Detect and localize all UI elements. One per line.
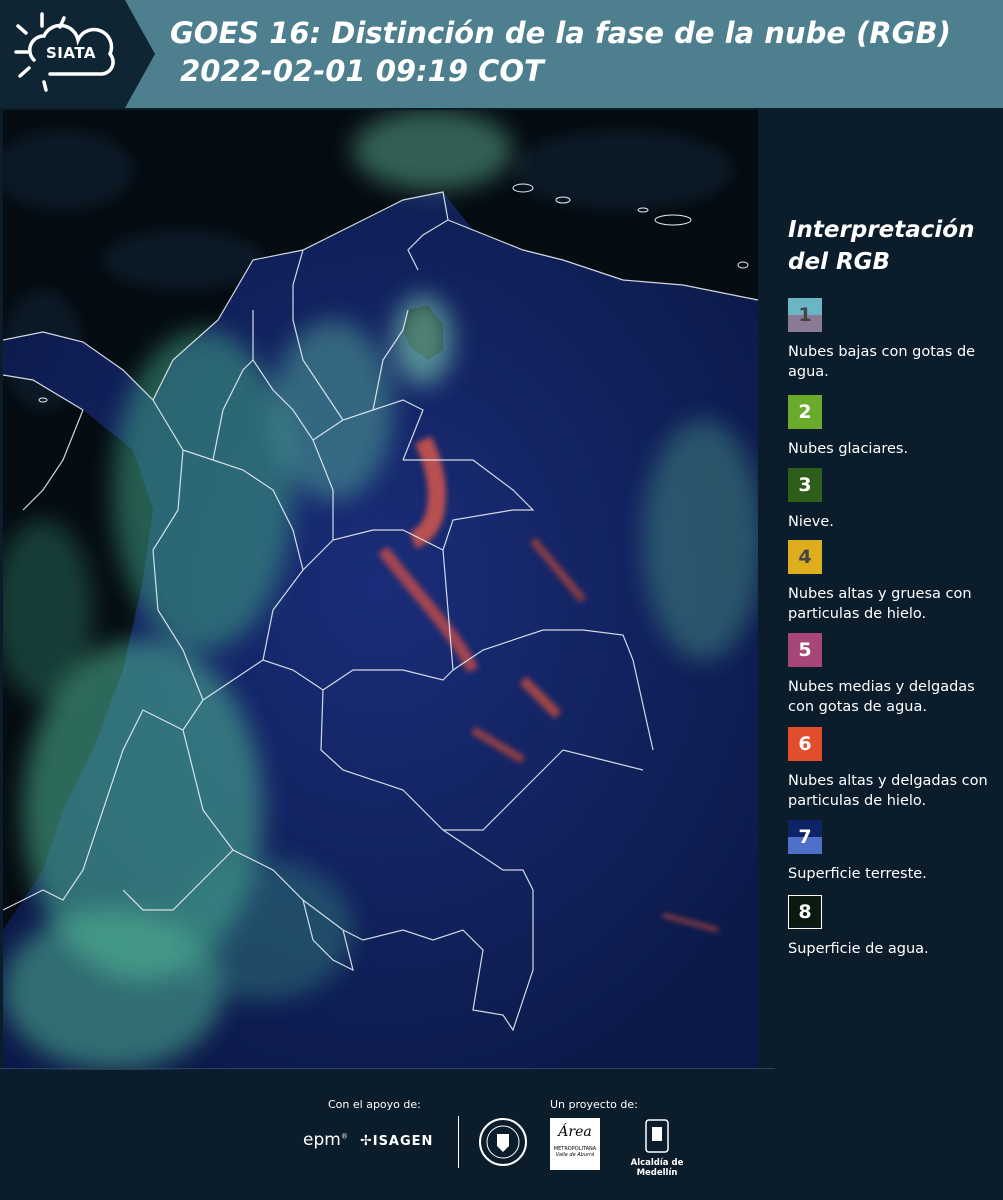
page-title: GOES 16: Distinción de la fase de la nub… — [170, 14, 951, 90]
legend-item: 4 Nubes altas y gruesa con particulas de… — [788, 540, 1003, 624]
legend-label: Superficie de agua. — [788, 941, 929, 957]
footer-divider — [458, 1116, 459, 1168]
legend-swatch: 1 — [788, 298, 822, 332]
area-metropolitana-logo[interactable]: Área METROPOLITANA Valle de Aburrá — [550, 1118, 600, 1170]
area-logo-sub2: Valle de Aburrá — [555, 1152, 595, 1158]
footer: Con el apoyo de: Un proyecto de: epm® ✢I… — [0, 1068, 1003, 1200]
legend-panel: Interpretación del RGB 1 Nubes bajas con… — [760, 110, 1003, 1070]
area-logo-text: Área — [558, 1124, 592, 1140]
seal-icon — [479, 1118, 527, 1166]
legend-number: 1 — [798, 304, 812, 326]
legend-swatch: 4 — [788, 540, 822, 574]
legend-swatch: 8 — [788, 895, 822, 929]
legend-label: Nieve. — [788, 514, 834, 530]
legend-title: Interpretación del RGB — [788, 214, 974, 278]
legend-title-line-2: del RGB — [788, 249, 891, 275]
legend-item: 2 Nubes glaciares. — [788, 395, 1003, 459]
coat-of-arms-icon — [645, 1119, 669, 1153]
legend-swatch: 2 — [788, 395, 822, 429]
legend-label: Nubes altas y delgadas con particulas de… — [788, 773, 988, 809]
legend-item: 8 Superficie de agua. — [788, 895, 1003, 959]
legend-swatch: 3 — [788, 468, 822, 502]
header-bar: SIATA GOES 16: Distinción de la fase de … — [0, 0, 1003, 108]
rgb-composite-image — [3, 110, 758, 1070]
legend-label: Nubes medias y delgadas con gotas de agu… — [788, 679, 975, 715]
legend-number: 4 — [798, 546, 812, 568]
alcaldia-logo[interactable]: Alcaldía de Medellín — [612, 1118, 702, 1178]
title-line-2: 2022-02-01 09:19 COT — [170, 54, 544, 88]
isagen-logo-text: ISAGEN — [372, 1134, 434, 1149]
footer-divider-line — [0, 1068, 775, 1069]
legend-swatch: 5 — [788, 633, 822, 667]
project-label: Un proyecto de: — [550, 1098, 638, 1111]
legend-label: Superficie terreste. — [788, 866, 927, 882]
legend-swatch: 6 — [788, 727, 822, 761]
isagen-star-icon: ✢ — [360, 1133, 373, 1149]
legend-item: 7 Superficie terreste. — [788, 820, 1003, 884]
logo-text: SIATA — [46, 44, 97, 62]
legend-label: Nubes glaciares. — [788, 441, 909, 457]
epm-logo-text: epm — [303, 1130, 341, 1150]
logo-arrow — [125, 0, 155, 108]
isagen-logo[interactable]: ✢ISAGEN — [360, 1133, 433, 1149]
siata-logo[interactable]: SIATA — [0, 0, 125, 108]
satellite-map[interactable] — [3, 110, 758, 1070]
epm-logo[interactable]: epm® — [303, 1130, 348, 1150]
legend-number: 5 — [798, 639, 812, 661]
legend-swatch: 7 — [788, 820, 822, 854]
legend-label: Nubes bajas con gotas de agua. — [788, 344, 976, 380]
alcaldia-logo-text: Alcaldía de Medellín — [630, 1158, 684, 1178]
legend-item: 1 Nubes bajas con gotas de agua. — [788, 298, 1003, 382]
legend-number: 3 — [798, 474, 812, 496]
legend-number: 6 — [798, 733, 812, 755]
title-line-1: GOES 16: Distinción de la fase de la nub… — [170, 16, 951, 50]
legend-item: 3 Nieve. — [788, 468, 1003, 532]
legend-label: Nubes altas y gruesa con particulas de h… — [788, 586, 972, 622]
legend-number: 8 — [798, 901, 812, 923]
legend-number: 2 — [798, 401, 812, 423]
legend-item: 5 Nubes medias y delgadas con gotas de a… — [788, 633, 1003, 717]
legend-item: 6 Nubes altas y delgadas con particulas … — [788, 727, 1003, 811]
seal-logo[interactable] — [478, 1116, 528, 1172]
legend-title-line-1: Interpretación — [788, 217, 975, 243]
support-label: Con el apoyo de: — [328, 1098, 421, 1111]
legend-number: 7 — [798, 826, 812, 848]
